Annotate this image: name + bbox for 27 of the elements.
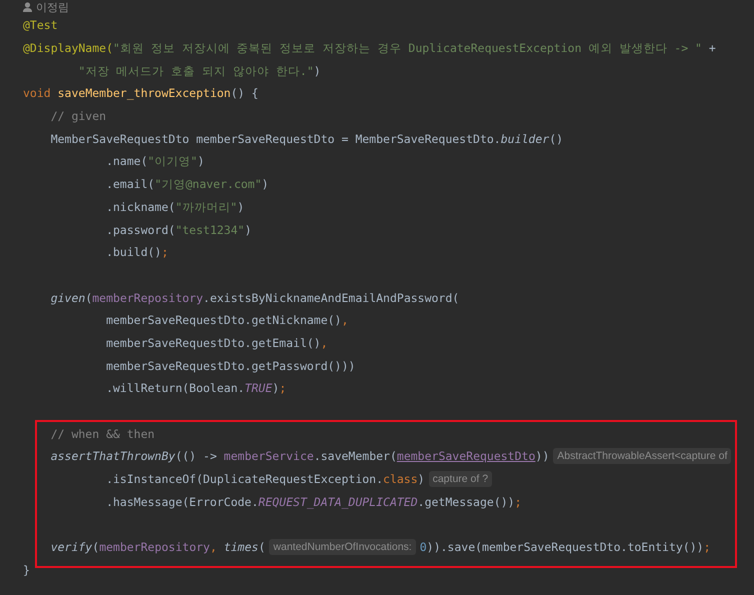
code-text: memberSaveRequestDto.getPassword())) [105,358,356,374]
inlay-hint: wantedNumberOfInvocations: [269,539,416,556]
code-text: .isInstanceOf(DuplicateRequestException.class) [105,471,425,488]
inlay-hint: capture of ? [428,471,492,488]
code-text: .name("이기영") [105,153,204,170]
code-text: given(memberRepository.existsByNicknameAndEmailAndPassword( [50,290,460,306]
code-text: memberSaveRequestDto.getNickname(), [105,312,348,328]
code-text: MemberSaveRequestDto memberSaveRequestDto = MemberSaveRequestDto.builder() [50,130,564,147]
code-text: @DisplayName("회원 정보 저장시에 중복된 정보로 저장하는 경우 DuplicateRequestException 예외 발생한다 -> " + [23,40,716,56]
code-text: .hasMessage(ErrorCode.REQUEST_DATA_DUPLICATED.getMessage()); [105,494,522,510]
code-text: // when && then [50,426,155,442]
code-text: 0)).save(memberSaveRequestDto.toEntity()); [420,539,711,556]
code-text: .email("기영@naver.com") [105,176,269,192]
author-name: 이정림 [36,0,69,14]
code-text: @Test [23,17,58,34]
code-text: // given [50,108,106,124]
code-text: verify(memberRepository, times( [50,539,266,556]
code-text: "저장 메서드가 호출 되지 않아야 한다.") [77,62,321,79]
code-text: .willReturn(Boolean.TRUE); [105,380,286,396]
code-text: assertThatThrownBy(() -> memberService.saveMember(memberSaveRequestDto)) [50,448,550,464]
code-text: memberSaveRequestDto.getEmail(), [105,334,328,351]
code-text: void saveMember_throwException() { [23,85,258,102]
code-text: } [23,562,30,578]
inlay-hint: AbstractThrowableAssert<capture of [553,448,732,464]
code-text: .nickname("까까머리") [105,198,244,215]
code-text: .build(); [105,244,168,260]
code-text: .password("test1234") [105,222,252,238]
